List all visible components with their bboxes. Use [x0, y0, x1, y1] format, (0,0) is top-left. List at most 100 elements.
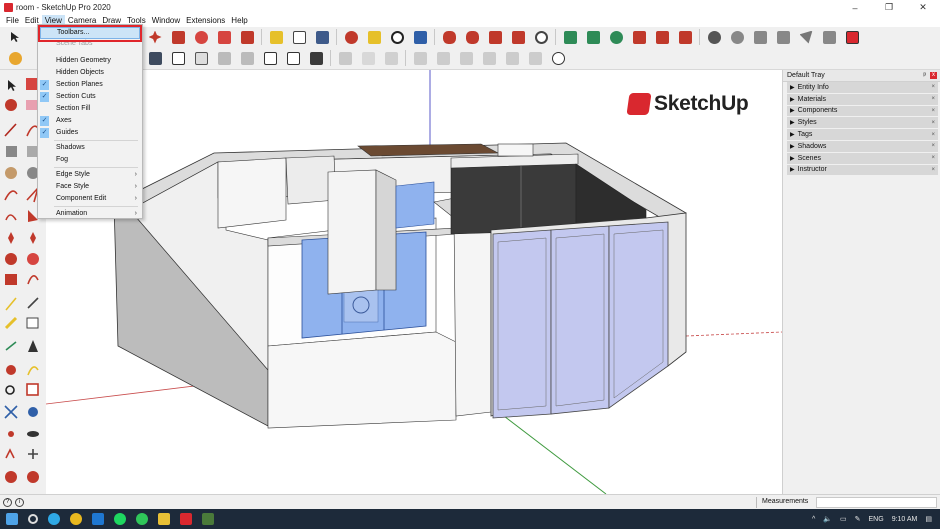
panel-close-icon[interactable]: ×: [931, 96, 935, 102]
layout-icon[interactable]: [751, 28, 769, 46]
position-camera-icon[interactable]: [486, 28, 504, 46]
xray-icon[interactable]: [146, 49, 164, 67]
notification-icon[interactable]: ▤: [925, 515, 932, 523]
outlook-icon[interactable]: [92, 513, 104, 525]
send-to-layout-icon[interactable]: [797, 28, 815, 46]
windows-start-icon[interactable]: [6, 513, 18, 525]
wireframe-icon[interactable]: [215, 49, 233, 67]
menu-item-guides[interactable]: ✓ Guides: [38, 127, 142, 139]
panel-close-icon[interactable]: ×: [931, 84, 935, 90]
solid-outer-shell-icon[interactable]: [653, 28, 671, 46]
menu-help[interactable]: Help: [228, 15, 250, 27]
sound-icon[interactable]: [192, 49, 210, 67]
panel-close-icon[interactable]: ×: [931, 120, 935, 126]
right-view-icon[interactable]: [411, 49, 429, 67]
tray-panel-components[interactable]: ▶ Components ×: [787, 105, 938, 118]
text-icon[interactable]: [290, 28, 308, 46]
whatsapp-icon[interactable]: [136, 513, 148, 525]
menu-item-edge-style[interactable]: Edge Style ›: [38, 169, 142, 181]
follow-me-icon[interactable]: [215, 28, 233, 46]
style-builder-icon[interactable]: [774, 28, 792, 46]
zoom-extents-icon[interactable]: [411, 28, 429, 46]
sketchup-taskbar-icon[interactable]: [180, 513, 192, 525]
menu-item-section-cuts[interactable]: ✓ Section Cuts: [38, 91, 142, 103]
next-view-icon[interactable]: [463, 28, 481, 46]
menu-item-face-style[interactable]: Face Style ›: [38, 181, 142, 193]
left-view-icon[interactable]: [457, 49, 475, 67]
panel-close-icon[interactable]: ×: [931, 167, 935, 173]
panel-close-icon[interactable]: ×: [931, 108, 935, 114]
solid-subtract-icon[interactable]: [584, 28, 602, 46]
warehouse-icon[interactable]: [6, 49, 24, 67]
menu-item-section-planes[interactable]: ✓ Section Planes: [38, 79, 142, 91]
zoom-icon[interactable]: [388, 28, 406, 46]
menu-item-section-fill[interactable]: Section Fill: [38, 103, 142, 115]
menu-window[interactable]: Window: [149, 15, 183, 27]
front-view-icon[interactable]: [382, 49, 400, 67]
maximize-button[interactable]: ❐: [872, 0, 906, 15]
menu-item-component-edit[interactable]: Component Edit ›: [38, 193, 142, 205]
solid-split-icon[interactable]: [630, 28, 648, 46]
panel-close-icon[interactable]: ×: [931, 155, 935, 161]
measurements-input[interactable]: [816, 497, 937, 508]
hidden-line-icon[interactable]: [238, 49, 256, 67]
tray-panel-instructor[interactable]: ▶ Instructor ×: [787, 164, 938, 177]
tape-measure-icon[interactable]: [267, 28, 285, 46]
menu-item-animation[interactable]: Animation ›: [38, 208, 142, 220]
back-edges-icon[interactable]: [169, 49, 187, 67]
tray-panel-shadows[interactable]: ▶ Shadows ×: [787, 140, 938, 153]
iso-view-icon[interactable]: [336, 49, 354, 67]
menu-extensions[interactable]: Extensions: [183, 15, 228, 27]
volume-icon[interactable]: 🔈: [823, 515, 832, 523]
extra-app-icon[interactable]: [202, 513, 214, 525]
language-indicator[interactable]: ENG: [869, 516, 884, 523]
push-pull-icon[interactable]: [169, 28, 187, 46]
layout-doc-icon[interactable]: [820, 28, 838, 46]
report-icon[interactable]: [843, 28, 861, 46]
show-hidden-icon[interactable]: ^: [812, 516, 815, 523]
scale-icon[interactable]: [238, 28, 256, 46]
section-plane-icon[interactable]: [532, 28, 550, 46]
modeling-viewport[interactable]: SketchUp: [46, 70, 782, 494]
bottom-view-icon[interactable]: [480, 49, 498, 67]
menu-item-fog[interactable]: Fog: [38, 154, 142, 166]
solid-union-icon[interactable]: [561, 28, 579, 46]
menu-item-axes[interactable]: ✓ Axes: [38, 115, 142, 127]
paint-bucket-icon[interactable]: [313, 28, 331, 46]
menu-item-shadows[interactable]: Shadows: [38, 142, 142, 154]
tray-panel-styles[interactable]: ▶ Styles ×: [787, 117, 938, 130]
component-icon[interactable]: [728, 28, 746, 46]
top-view-icon[interactable]: [359, 49, 377, 67]
solid-intersect-icon[interactable]: [676, 28, 694, 46]
select-tool-icon[interactable]: [6, 28, 24, 46]
menu-file[interactable]: File: [3, 15, 22, 27]
back-view-icon[interactable]: [434, 49, 452, 67]
layer-view2-icon[interactable]: [526, 49, 544, 67]
tray-panel-entity-info[interactable]: ▶ Entity Info ×: [787, 82, 938, 94]
layer-view-icon[interactable]: [503, 49, 521, 67]
walk-icon[interactable]: [509, 28, 527, 46]
rotate-icon[interactable]: [192, 28, 210, 46]
panel-close-icon[interactable]: ×: [931, 132, 935, 138]
tray-panel-materials[interactable]: ▶ Materials ×: [787, 93, 938, 106]
edge-browser-icon[interactable]: [48, 513, 60, 525]
monochrome-icon[interactable]: [307, 49, 325, 67]
tray-panel-tags[interactable]: ▶ Tags ×: [787, 129, 938, 141]
geolocation-status-icon[interactable]: ?: [3, 497, 12, 507]
panel-close-icon[interactable]: ×: [931, 143, 935, 149]
tray-close-icon[interactable]: x: [930, 72, 937, 79]
close-button[interactable]: ✕: [906, 0, 940, 15]
info-status-icon[interactable]: i: [15, 497, 24, 507]
pan-icon[interactable]: [365, 28, 383, 46]
move-icon[interactable]: [146, 28, 164, 46]
solid-trim-icon[interactable]: [607, 28, 625, 46]
pin-icon[interactable]: ᵖ: [923, 72, 926, 79]
clock[interactable]: 9:10 AM: [892, 516, 918, 523]
pen-icon[interactable]: ✎: [855, 515, 861, 523]
extension-warehouse-icon[interactable]: [705, 28, 723, 46]
shaded-icon[interactable]: [261, 49, 279, 67]
shaded-textures-icon[interactable]: [284, 49, 302, 67]
tray-panel-scenes[interactable]: ▶ Scenes ×: [787, 152, 938, 165]
network-icon[interactable]: ▭: [840, 515, 847, 523]
minimize-button[interactable]: –: [838, 0, 872, 15]
